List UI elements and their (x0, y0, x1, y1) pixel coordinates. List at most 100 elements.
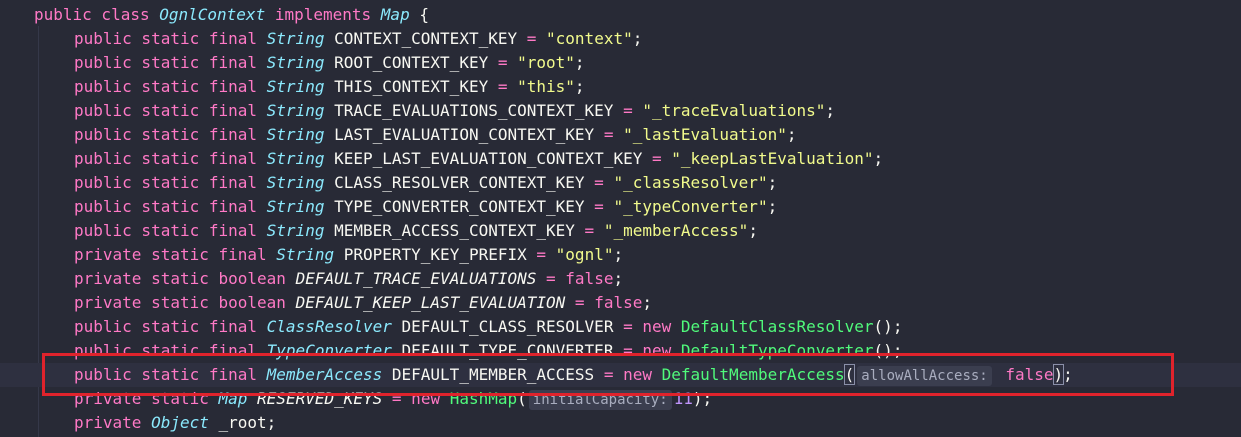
code-token: ; (642, 293, 652, 312)
code-line[interactable]: public static final ClassResolver DEFAUL… (0, 315, 1241, 339)
code-token: ; (825, 101, 836, 120)
code-token: "_lastEvaluation" (613, 125, 787, 144)
code-token: ; (767, 173, 778, 192)
code-token: public static final (74, 365, 267, 384)
code-token: "_keepLastEvaluation" (661, 149, 874, 168)
code-token: = (623, 101, 633, 120)
code-text: public static final String TRACE_EVALUAT… (74, 99, 835, 123)
code-token: (); (873, 317, 903, 336)
code-token: = (391, 389, 402, 408)
code-token: public static final (74, 317, 267, 336)
code-text: public static final String CLASS_RESOLVE… (74, 171, 777, 195)
code-line[interactable]: private Object _root; (0, 411, 1241, 435)
code-token: String (266, 53, 325, 72)
code-line[interactable]: public static final String LAST_EVALUATI… (0, 123, 1241, 147)
code-token: = (594, 173, 604, 192)
code-token: public static final (74, 77, 267, 96)
code-token: "_classResolver" (603, 173, 768, 192)
code-token: PROPERTY_KEY_PREFIX (334, 245, 537, 264)
code-token: (); (873, 341, 903, 360)
code-token: String (266, 173, 325, 192)
code-token: MEMBER_ACCESS_CONTEXT_KEY (324, 221, 585, 240)
code-token: DEFAULT_TYPE_CONVERTER (391, 341, 624, 360)
code-token: "ognl" (546, 245, 614, 264)
parameter-hint: allowAllAccess: (857, 366, 992, 386)
code-token: private static boolean (74, 269, 296, 288)
code-token: ; (266, 413, 277, 432)
code-text: public static final String TYPE_CONVERTE… (74, 195, 777, 219)
code-token: = (574, 293, 585, 312)
code-token: new (401, 389, 450, 408)
code-line[interactable]: public static final String CLASS_RESOLVE… (0, 171, 1241, 195)
code-token: = (623, 317, 633, 336)
code-token: public static final (74, 221, 267, 240)
code-line[interactable]: public static final TypeConverter DEFAUL… (0, 339, 1241, 363)
code-line[interactable]: private static final String PROPERTY_KEY… (0, 243, 1241, 267)
code-token: false (555, 269, 614, 288)
code-line[interactable]: public static final String TYPE_CONVERTE… (0, 195, 1241, 219)
code-token: ; (613, 245, 624, 264)
code-token: ( (517, 389, 527, 408)
code-text: public class OgnlContext implements Map … (34, 3, 429, 27)
code-token: RESERVED_KEYS (247, 389, 392, 408)
code-line[interactable]: public static final String THIS_CONTEXT_… (0, 75, 1241, 99)
code-token: public static final (74, 197, 267, 216)
code-token: public class (34, 5, 160, 24)
code-token: Map (380, 5, 410, 24)
code-line[interactable]: public static final String KEEP_LAST_EVA… (0, 147, 1241, 171)
code-text: private static boolean DEFAULT_TRACE_EVA… (74, 267, 623, 291)
code-line[interactable]: public static final String CONTEXT_CONTE… (0, 27, 1241, 51)
code-token: DefaultClassResolver (680, 317, 874, 336)
code-token: private static final (74, 245, 277, 264)
code-token: "context" (536, 29, 633, 48)
code-token: String (266, 77, 325, 96)
code-editor[interactable]: public class OgnlContext implements Map … (0, 0, 1241, 437)
code-text: public static final String CONTEXT_CONTE… (74, 27, 642, 51)
code-token: = (526, 29, 537, 48)
code-token: ; (873, 149, 884, 168)
code-token: ( (843, 364, 856, 385)
code-token: String (276, 245, 335, 264)
code-line[interactable]: public static final String TRACE_EVALUAT… (0, 99, 1241, 123)
code-line[interactable]: private static boolean DEFAULT_KEEP_LAST… (0, 291, 1241, 315)
code-token: false (995, 365, 1054, 384)
code-token: ClassResolver (266, 317, 392, 336)
code-line[interactable]: public static final String MEMBER_ACCESS… (0, 219, 1241, 243)
code-line[interactable]: public static final String ROOT_CONTEXT_… (0, 51, 1241, 75)
code-line-current[interactable]: public static final MemberAccess DEFAULT… (0, 363, 1241, 387)
code-token: DEFAULT_TRACE_EVALUATIONS (295, 269, 547, 288)
code-token: HashMap (449, 389, 518, 408)
code-token: private (74, 413, 152, 432)
code-token: DEFAULT_CLASS_RESOLVER (391, 317, 624, 336)
code-text: public static final ClassResolver DEFAUL… (74, 315, 902, 339)
code-text: private Object _root; (74, 411, 276, 435)
code-text: private static boolean DEFAULT_KEEP_LAST… (74, 291, 652, 315)
code-token: ; (786, 125, 797, 144)
code-token: ; (574, 53, 585, 72)
code-text: public static final String ROOT_CONTEXT_… (74, 51, 585, 75)
code-token: new (613, 365, 662, 384)
code-line[interactable]: public class OgnlContext implements Map … (0, 3, 1241, 27)
code-token: = (603, 125, 614, 144)
parameter-hint: initialCapacity: (528, 390, 672, 410)
code-line[interactable]: private static boolean DEFAULT_TRACE_EVA… (0, 267, 1241, 291)
code-token: KEEP_LAST_EVALUATION_CONTEXT_KEY (324, 149, 652, 168)
code-token: DefaultMemberAccess (661, 365, 845, 384)
code-text: public static final String KEEP_LAST_EVA… (74, 147, 883, 171)
code-line[interactable]: private static Map RESERVED_KEYS = new H… (0, 387, 1241, 411)
code-token: OgnlContext (159, 5, 266, 24)
code-token: ; (767, 197, 778, 216)
code-token: public static final (74, 125, 267, 144)
code-token: String (266, 197, 325, 216)
code-text: public static final String THIS_CONTEXT_… (74, 75, 585, 99)
code-token: ROOT_CONTEXT_KEY (324, 53, 498, 72)
code-text: public static final String LAST_EVALUATI… (74, 123, 796, 147)
code-token: private static boolean (74, 293, 296, 312)
code-token: public static final (74, 149, 267, 168)
code-token: DEFAULT_MEMBER_ACCESS (382, 365, 604, 384)
code-token: implements (265, 5, 381, 24)
code-token: "this" (507, 77, 575, 96)
text-caret (854, 366, 856, 385)
code-text: private static final String PROPERTY_KEY… (74, 243, 623, 267)
code-text: public static final String MEMBER_ACCESS… (74, 219, 758, 243)
